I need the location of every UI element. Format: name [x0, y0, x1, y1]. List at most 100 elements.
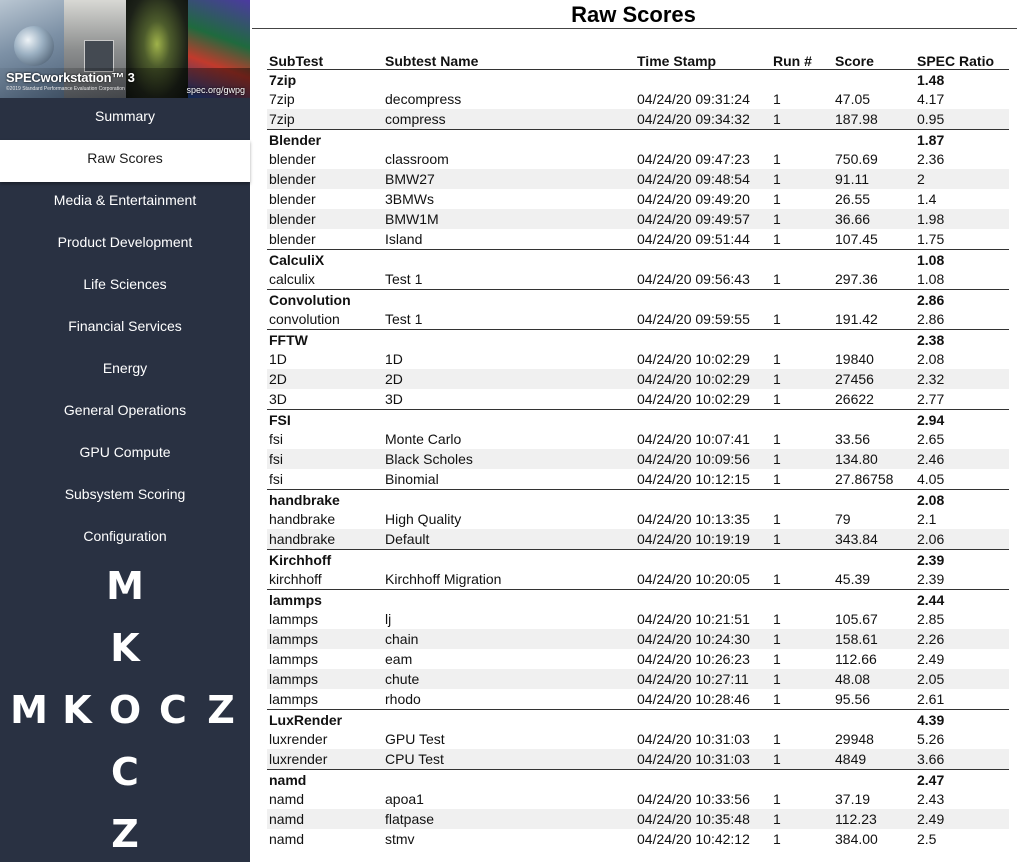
- time-stamp-cell: 04/24/20 10:28:46: [635, 689, 771, 710]
- group-empty-cell: [833, 129, 915, 149]
- score-cell: 47.05: [833, 89, 915, 109]
- nav-item-configuration[interactable]: Configuration: [0, 518, 250, 560]
- table-row: blender classroom 04/24/20 09:47:23 1 750.69…: [267, 149, 1009, 169]
- group-empty-cell: [771, 769, 833, 789]
- score-cell: 26622: [833, 389, 915, 410]
- nav-item-energy[interactable]: Energy: [0, 350, 250, 392]
- banner-title: SPECworkstation™ 3: [6, 70, 135, 85]
- group-name-cell: lammps: [267, 589, 383, 609]
- group-empty-cell: [635, 589, 771, 609]
- run-number-cell: 1: [771, 529, 833, 550]
- time-stamp-cell: 04/24/20 10:02:29: [635, 349, 771, 369]
- group-empty-cell: [383, 769, 635, 789]
- nav-item-product-development[interactable]: Product Development: [0, 224, 250, 266]
- subtest-name-cell: compress: [383, 109, 635, 130]
- run-number-cell: 1: [771, 89, 833, 109]
- group-empty-cell: [383, 709, 635, 729]
- time-stamp-cell: 04/24/20 09:51:44: [635, 229, 771, 250]
- score-cell: 95.56: [833, 689, 915, 710]
- time-stamp-cell: 04/24/20 10:31:03: [635, 749, 771, 770]
- group-empty-cell: [833, 69, 915, 89]
- subtest-cell: 2D: [267, 369, 383, 389]
- subtest-cell: lammps: [267, 629, 383, 649]
- nav-item-general-operations[interactable]: General Operations: [0, 392, 250, 434]
- group-name-cell: LuxRender: [267, 709, 383, 729]
- table-row: calculix Test 1 04/24/20 09:56:43 1 297.36 1.…: [267, 269, 1009, 290]
- time-stamp-cell: 04/24/20 09:47:23: [635, 149, 771, 169]
- group-empty-cell: [771, 249, 833, 269]
- group-empty-cell: [771, 129, 833, 149]
- group-empty-cell: [771, 329, 833, 349]
- table-row: lammps chain 04/24/20 10:24:30 1 158.61 2.26: [267, 629, 1009, 649]
- nav-item-gpu-compute[interactable]: GPU Compute: [0, 434, 250, 476]
- column-header: Time Stamp: [637, 53, 717, 69]
- group-row: 7zip 1.48: [267, 69, 1009, 89]
- run-number-cell: 1: [771, 109, 833, 130]
- run-number-cell: 1: [771, 189, 833, 209]
- nav-item-media-entertainment[interactable]: Media & Entertainment: [0, 182, 250, 224]
- subtest-name-cell: 2D: [383, 369, 635, 389]
- subtest-name-cell: eam: [383, 649, 635, 669]
- spec-ratio-cell: 2.32: [915, 369, 1009, 389]
- table-row: luxrender GPU Test 04/24/20 10:31:03 1 29948…: [267, 729, 1009, 749]
- spec-ratio-cell: 2.49: [915, 809, 1009, 829]
- run-number-cell: 1: [771, 749, 833, 770]
- logo-letter: O: [108, 688, 142, 732]
- subtest-cell: namd: [267, 829, 383, 849]
- table-row: handbrake Default 04/24/20 10:19:19 1 343.84…: [267, 529, 1009, 550]
- group-name-cell: Convolution: [267, 289, 383, 309]
- group-empty-cell: [771, 709, 833, 729]
- table-row: lammps lj 04/24/20 10:21:51 1 105.67 2.85: [267, 609, 1009, 629]
- subtest-name-cell: Kirchhoff Migration: [383, 569, 635, 590]
- subtest-name-cell: Monte Carlo: [383, 429, 635, 449]
- spec-ratio-cell: 2.08: [915, 349, 1009, 369]
- time-stamp-cell: 04/24/20 10:09:56: [635, 449, 771, 469]
- group-name-cell: handbrake: [267, 489, 383, 509]
- spec-ratio-cell: 2.05: [915, 669, 1009, 689]
- time-stamp-cell: 04/24/20 10:13:35: [635, 509, 771, 529]
- subtest-cell: blender: [267, 169, 383, 189]
- spec-ratio-cell: 2.85: [915, 609, 1009, 629]
- table-row: 1D 1D 04/24/20 10:02:29 1 19840 2.08: [267, 349, 1009, 369]
- subtest-cell: handbrake: [267, 509, 383, 529]
- run-number-cell: 1: [771, 809, 833, 829]
- time-stamp-cell: 04/24/20 10:19:19: [635, 529, 771, 550]
- nav-item-subsystem-scoring[interactable]: Subsystem Scoring: [0, 476, 250, 518]
- score-cell: 26.55: [833, 189, 915, 209]
- spec-ratio-cell: 2.49: [915, 649, 1009, 669]
- run-number-cell: 1: [771, 789, 833, 809]
- subtest-name-cell: Test 1: [383, 269, 635, 290]
- spec-ratio-cell: 1.08: [915, 269, 1009, 290]
- nav-item-raw-scores[interactable]: Raw Scores: [0, 140, 250, 182]
- nav-item-financial-services[interactable]: Financial Services: [0, 308, 250, 350]
- run-number-cell: 1: [771, 389, 833, 410]
- logo-letter: M: [106, 564, 144, 608]
- score-cell: 29948: [833, 729, 915, 749]
- nav-item-life-sciences[interactable]: Life Sciences: [0, 266, 250, 308]
- group-empty-cell: [383, 289, 635, 309]
- logo-letter: Z: [207, 688, 235, 732]
- group-row: FFTW 2.38: [267, 329, 1009, 349]
- score-cell: 33.56: [833, 429, 915, 449]
- spec-ratio-cell: 2.1: [915, 509, 1009, 529]
- group-empty-cell: [833, 409, 915, 429]
- table-row: lammps chute 04/24/20 10:27:11 1 48.08 2.05: [267, 669, 1009, 689]
- group-empty-cell: [771, 489, 833, 509]
- run-number-cell: 1: [771, 469, 833, 490]
- group-ratio-cell: 2.39: [915, 549, 1009, 569]
- group-empty-cell: [833, 329, 915, 349]
- time-stamp-cell: 04/24/20 09:56:43: [635, 269, 771, 290]
- group-name-cell: namd: [267, 769, 383, 789]
- subtest-cell: lammps: [267, 689, 383, 710]
- subtest-cell: luxrender: [267, 729, 383, 749]
- run-number-cell: 1: [771, 429, 833, 449]
- subtest-name-cell: Default: [383, 529, 635, 550]
- group-empty-cell: [383, 329, 635, 349]
- subtest-cell: 3D: [267, 389, 383, 410]
- nav-item-summary[interactable]: Summary: [0, 98, 250, 140]
- subtest-name-cell: classroom: [383, 149, 635, 169]
- group-ratio-cell: 1.87: [915, 129, 1009, 149]
- subtest-name-cell: High Quality: [383, 509, 635, 529]
- score-cell: 112.66: [833, 649, 915, 669]
- subtest-cell: 7zip: [267, 89, 383, 109]
